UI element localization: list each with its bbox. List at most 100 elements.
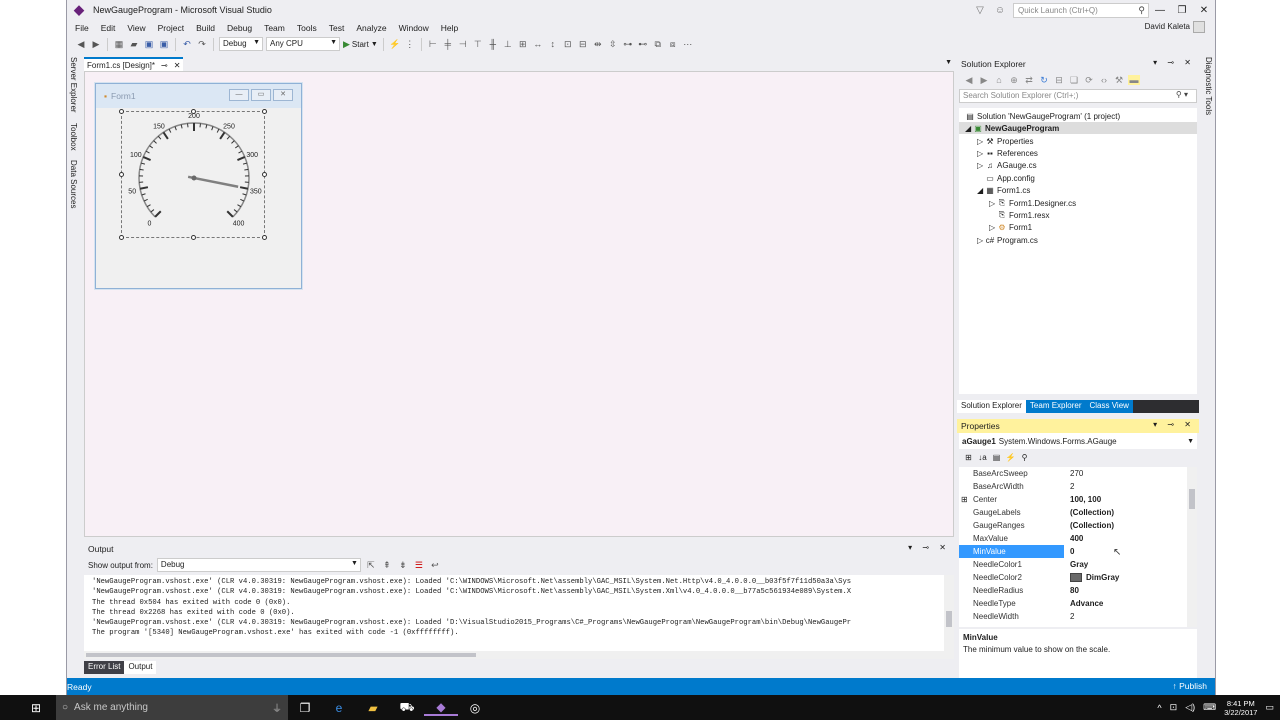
- align-middles-icon[interactable]: ╫: [487, 38, 499, 50]
- resize-handle[interactable]: [191, 109, 196, 114]
- microphone-icon[interactable]: ⏚: [272, 700, 282, 715]
- tab-solution-explorer[interactable]: Solution Explorer: [957, 400, 1026, 413]
- form-designer-surface[interactable]: ▪ Form1 — ▭ ✕ 0 50 100 150 200 250 300 350 400: [84, 71, 954, 537]
- tab-error-list[interactable]: Error List: [84, 661, 125, 674]
- resize-handle[interactable]: [191, 235, 196, 240]
- tab-team-explorer[interactable]: Team Explorer: [1025, 400, 1086, 413]
- size-to-grid-icon[interactable]: ⊟: [577, 38, 589, 50]
- switch-views-icon[interactable]: ⊕: [1008, 75, 1020, 86]
- property-value[interactable]: Gray: [1064, 560, 1088, 569]
- show-hidden-icons-icon[interactable]: ^: [1157, 703, 1161, 713]
- quick-launch-input[interactable]: Quick Launch (Ctrl+Q) ⚲: [1013, 2, 1149, 18]
- property-row[interactable]: ⊞ Center 100, 100: [959, 493, 1185, 506]
- preview-icon[interactable]: ▬: [1128, 75, 1140, 85]
- property-row-selected[interactable]: MinValue 0: [959, 545, 1185, 558]
- bring-to-front-icon[interactable]: ⧉: [652, 38, 664, 50]
- property-grid-scrollbar[interactable]: [1187, 467, 1197, 627]
- breakpoint-icon[interactable]: ⋮: [404, 38, 416, 50]
- feedback-icon[interactable]: ☺: [993, 5, 1007, 16]
- data-sources-tab[interactable]: Data Sources: [69, 160, 78, 208]
- clock[interactable]: 8:41 PM 3/22/2017: [1224, 699, 1257, 717]
- attach-icon[interactable]: ⚡: [389, 38, 401, 50]
- tree-node-form1-resx[interactable]: ⎘ Form1.resx: [997, 209, 1050, 221]
- expand-plus-icon[interactable]: ⊞: [961, 495, 968, 504]
- word-wrap-icon[interactable]: ↩: [429, 559, 441, 571]
- back-icon[interactable]: ◀: [75, 38, 87, 50]
- expand-arrow-icon[interactable]: ▷: [977, 137, 985, 146]
- align-to-grid-icon[interactable]: ⊞: [517, 38, 529, 50]
- property-row[interactable]: NeedleWidth 2: [959, 610, 1185, 623]
- tree-node-solution[interactable]: ▤ Solution 'NewGaugeProgram' (1 project): [965, 110, 1120, 122]
- restore-button[interactable]: ❐: [1171, 5, 1193, 16]
- save-all-icon[interactable]: ▣: [158, 38, 170, 50]
- solution-configuration-select[interactable]: Debug ▼: [219, 37, 263, 51]
- menu-edit[interactable]: Edit: [95, 23, 122, 33]
- undo-icon[interactable]: ↶: [181, 38, 193, 50]
- expand-arrow-icon[interactable]: ▷: [977, 149, 985, 158]
- align-tops-icon[interactable]: ⊤: [472, 38, 484, 50]
- properties-view-icon[interactable]: ▤: [991, 453, 1002, 462]
- tree-node-agauge-cs[interactable]: ▷ ♫ AGauge.cs: [977, 159, 1037, 171]
- property-row[interactable]: NeedleType Advance: [959, 597, 1185, 610]
- menu-file[interactable]: File: [69, 23, 95, 33]
- new-project-icon[interactable]: ▦: [113, 38, 125, 50]
- refresh-icon[interactable]: ⟳: [1083, 75, 1095, 86]
- panel-window-controls[interactable]: ▾ ⊸ ✕: [1153, 58, 1195, 67]
- tab-form1-design[interactable]: Form1.cs [Design]* ⊸ ✕: [84, 57, 184, 71]
- resize-handle[interactable]: [119, 172, 124, 177]
- property-row[interactable]: NeedleRadius 80: [959, 584, 1185, 597]
- property-row[interactable]: GaugeRanges (Collection): [959, 519, 1185, 532]
- edge-icon[interactable]: e: [322, 701, 356, 715]
- server-explorer-tab[interactable]: Server Explorer: [69, 57, 78, 113]
- property-value[interactable]: Advance: [1064, 599, 1103, 608]
- alphabetical-icon[interactable]: ↓a: [977, 453, 988, 462]
- property-value[interactable]: 2: [1064, 482, 1074, 491]
- property-value[interactable]: (Collection): [1064, 521, 1114, 530]
- align-bottoms-icon[interactable]: ⊥: [502, 38, 514, 50]
- collapse-arrow-icon[interactable]: ◢: [977, 186, 985, 195]
- property-value[interactable]: 270: [1064, 469, 1083, 478]
- scrollbar-thumb[interactable]: [946, 611, 952, 627]
- volume-icon[interactable]: ◁): [1185, 702, 1195, 713]
- next-message-icon[interactable]: ⇟: [397, 559, 409, 571]
- tab-order-icon[interactable]: ⋯: [682, 38, 694, 50]
- notifications-filter-icon[interactable]: ▽: [973, 5, 987, 16]
- menu-analyze[interactable]: Analyze: [350, 23, 392, 33]
- align-rights-icon[interactable]: ⊣: [457, 38, 469, 50]
- tree-node-properties[interactable]: ▷ ⚒ Properties: [977, 135, 1033, 147]
- resize-handle[interactable]: [262, 235, 267, 240]
- property-value-input[interactable]: 0: [1064, 547, 1074, 556]
- property-value[interactable]: 2: [1064, 612, 1074, 621]
- forward-icon[interactable]: ▶: [978, 75, 990, 86]
- visual-studio-taskbar-icon[interactable]: ◆: [424, 700, 458, 716]
- open-folder-icon[interactable]: ▰: [128, 38, 140, 50]
- property-value[interactable]: 100, 100: [1064, 495, 1101, 504]
- expand-arrow-icon[interactable]: ▷: [989, 223, 997, 232]
- start-debugging-button[interactable]: ▶ Start ▼: [343, 39, 378, 50]
- close-icon[interactable]: ✕: [174, 61, 181, 70]
- tab-overflow-icon[interactable]: ▼: [945, 59, 952, 66]
- tab-output[interactable]: Output: [124, 661, 157, 674]
- expand-arrow-icon[interactable]: ▷: [989, 199, 997, 208]
- events-icon[interactable]: ⚡: [1005, 453, 1016, 462]
- tree-node-references[interactable]: ▷ ▪▪ References: [977, 147, 1038, 159]
- task-view-icon[interactable]: ❐: [288, 701, 322, 715]
- account-name[interactable]: David Kaleta: [1145, 21, 1205, 33]
- output-text[interactable]: 'NewGaugeProgram.vshost.exe' (CLR v4.0.3…: [84, 575, 944, 651]
- panel-window-controls[interactable]: ▾ ⊸ ✕: [908, 543, 950, 552]
- property-value[interactable]: (Collection): [1064, 508, 1114, 517]
- object-selector[interactable]: aGauge1 System.Windows.Forms.AGauge ▼: [959, 433, 1197, 449]
- pending-changes-icon[interactable]: ⇄: [1023, 75, 1035, 86]
- language-icon[interactable]: ⌨: [1203, 702, 1216, 713]
- same-height-icon[interactable]: ↕: [547, 38, 559, 50]
- resize-handle[interactable]: [262, 172, 267, 177]
- same-size-icon[interactable]: ⊡: [562, 38, 574, 50]
- menu-debug[interactable]: Debug: [221, 23, 258, 33]
- property-value[interactable]: 80: [1064, 586, 1079, 595]
- action-center-icon[interactable]: ▭: [1265, 702, 1274, 713]
- property-row[interactable]: MaxValue 400: [959, 532, 1185, 545]
- home-icon[interactable]: ⌂: [993, 75, 1005, 85]
- find-message-icon[interactable]: ⇱: [365, 559, 377, 571]
- redo-icon[interactable]: ↷: [196, 38, 208, 50]
- property-value[interactable]: 400: [1064, 534, 1083, 543]
